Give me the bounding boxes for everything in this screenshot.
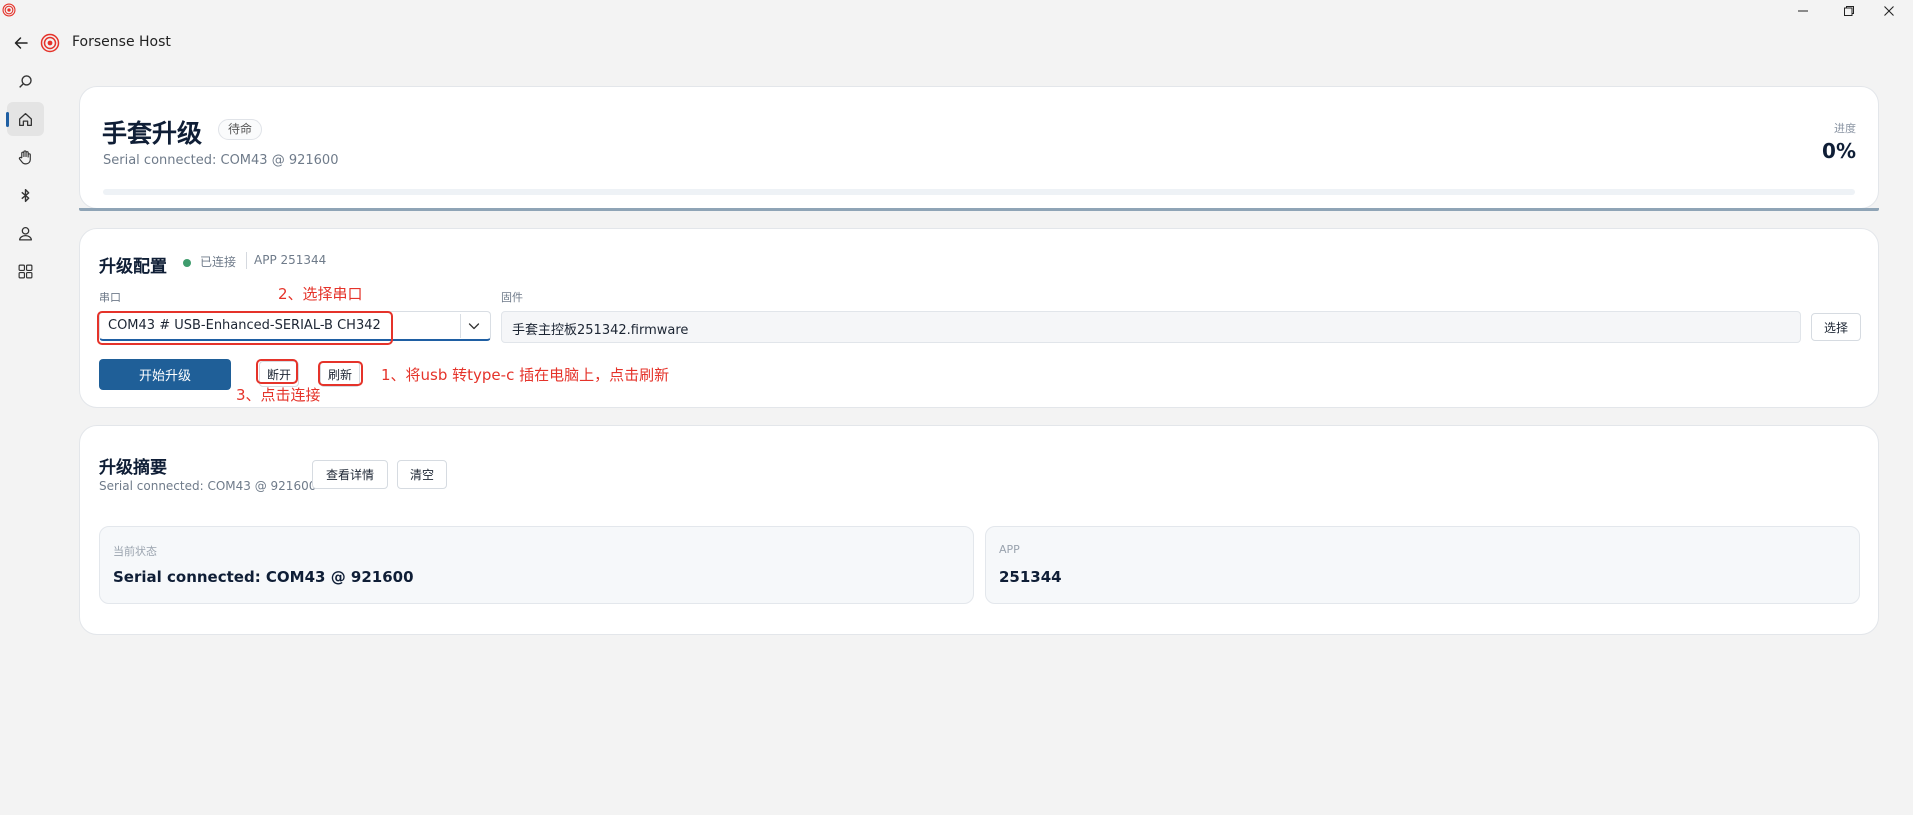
hand-icon (18, 149, 31, 164)
annotation-box-port (97, 311, 393, 345)
firmware-field[interactable]: 手套主控板251342.firmware (501, 311, 1801, 343)
app-value: 251344 (999, 568, 1062, 586)
title-bar (0, 0, 1913, 22)
back-button[interactable] (10, 32, 32, 54)
progress-value: 0% (1822, 139, 1856, 163)
section-title: 升级摘要 (99, 458, 167, 478)
summary-subtitle: Serial connected: COM43 @ 921600 (99, 479, 317, 493)
annotation-box-disconnect (256, 359, 298, 384)
app-label: APP (999, 543, 1020, 556)
app-header: Forsense Host (0, 28, 400, 58)
app-logo-icon (40, 33, 60, 53)
apps-grid-icon (18, 264, 33, 278)
sidebar-item-glove[interactable] (7, 140, 44, 174)
status-badge: 待命 (218, 119, 263, 140)
upgrade-summary-card: 升级摘要 Serial connected: COM43 @ 921600 查看… (79, 425, 1879, 635)
page-title: 手套升级 (102, 119, 203, 148)
view-details-button[interactable]: 查看详情 (312, 460, 388, 489)
current-state-value: Serial connected: COM43 @ 921600 (113, 568, 414, 586)
bluetooth-icon (21, 188, 30, 202)
close-icon[interactable] (1866, 0, 1912, 22)
sidebar-item-search[interactable] (7, 64, 44, 98)
divider (460, 314, 461, 338)
current-state-label: 当前状态 (113, 545, 157, 558)
annotation-step1: 1、将usb 转type-c 插在电脑上，点击刷新 (381, 366, 670, 384)
firmware-value: 手套主控板251342.firmware (512, 323, 689, 338)
app-logo-icon (2, 3, 16, 17)
upgrade-hero-card: 手套升级 待命 Serial connected: COM43 @ 921600… (79, 86, 1879, 209)
port-label: 串口 (99, 291, 121, 304)
annotation-step2: 2、选择串口 (278, 285, 363, 303)
connection-subtitle: Serial connected: COM43 @ 921600 (103, 153, 339, 168)
annotation-box-refresh (318, 361, 363, 386)
clear-button[interactable]: 清空 (397, 460, 447, 489)
divider (246, 252, 247, 269)
progress-bar (103, 189, 1855, 195)
chevron-down-icon (468, 323, 480, 330)
progress-label: 进度 (1834, 122, 1856, 135)
connection-status: 已连接 (200, 255, 237, 269)
app-panel: APP 251344 (985, 526, 1860, 604)
start-upgrade-button[interactable]: 开始升级 (99, 359, 231, 390)
sidebar-item-apps[interactable] (7, 254, 44, 288)
search-icon (19, 74, 32, 88)
firmware-label: 固件 (501, 291, 523, 304)
sidebar-item-bluetooth[interactable] (7, 178, 44, 212)
current-state-panel: 当前状态 Serial connected: COM43 @ 921600 (99, 526, 974, 604)
app-title: Forsense Host (72, 34, 171, 50)
minimize-icon[interactable] (1780, 0, 1826, 22)
hero-divider (79, 208, 1879, 211)
user-icon (19, 226, 32, 241)
app-version: APP 251344 (254, 253, 327, 267)
home-icon (19, 112, 32, 126)
dropdown-toggle[interactable] (462, 315, 486, 337)
arrow-left-icon (14, 37, 28, 49)
annotation-step3: 3、点击连接 (236, 386, 321, 404)
sidebar-item-home[interactable] (6, 102, 44, 136)
section-title: 升级配置 (99, 257, 167, 277)
choose-firmware-button[interactable]: 选择 (1811, 313, 1861, 341)
connected-dot-icon (183, 259, 191, 267)
sidebar-item-user[interactable] (7, 216, 44, 250)
